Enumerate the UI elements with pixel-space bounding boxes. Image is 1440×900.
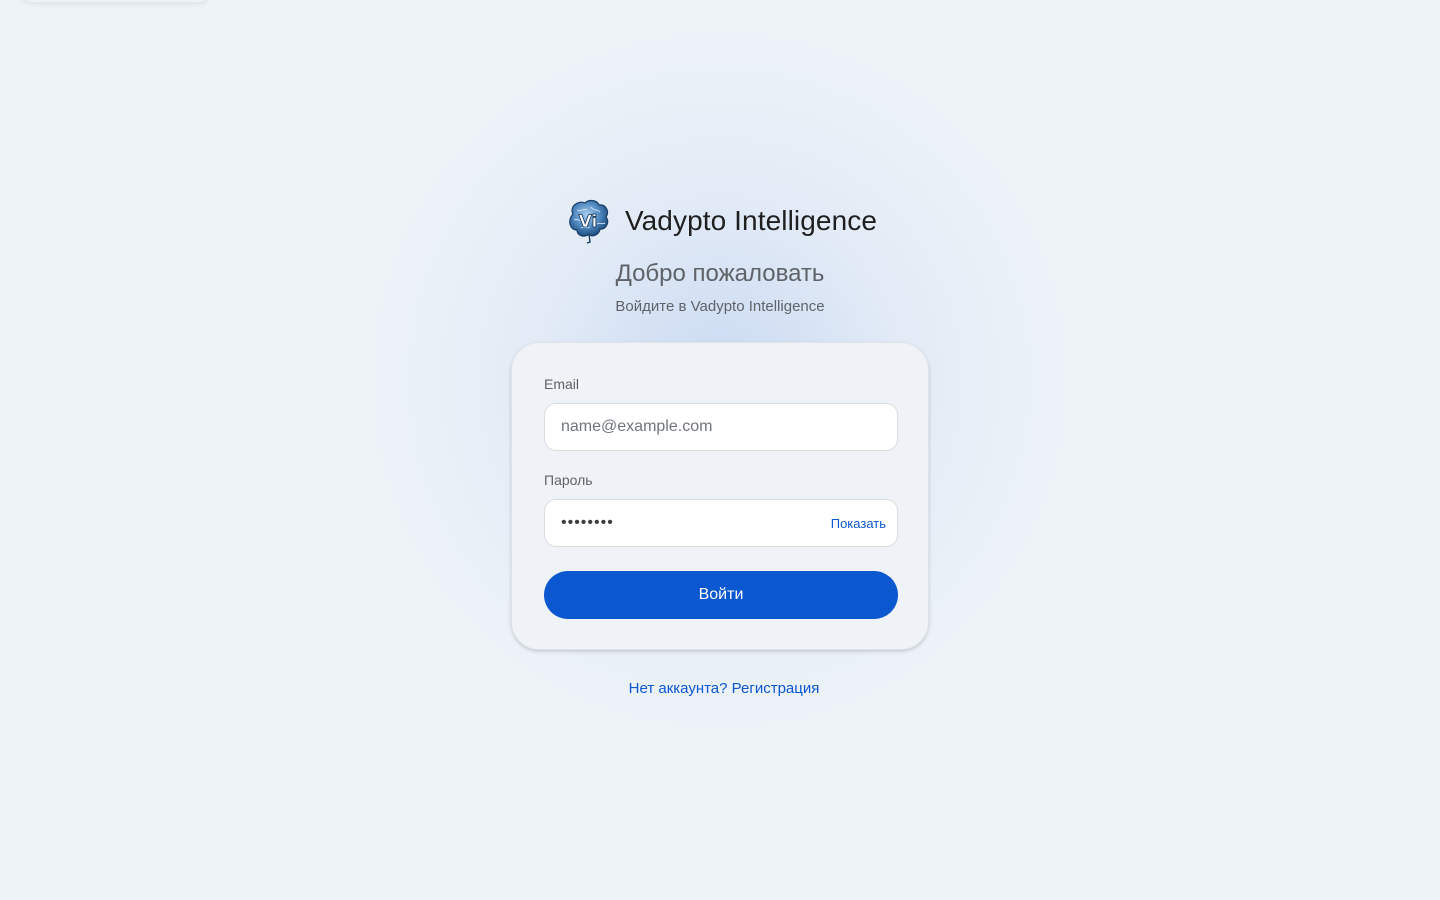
password-value: •••••••• bbox=[561, 514, 614, 531]
brain-logo-icon: Vi bbox=[569, 199, 609, 244]
brand-name: Vadypto Intelligence bbox=[624, 205, 878, 236]
email-label: Email bbox=[544, 376, 580, 392]
top-left-shadow bbox=[20, 0, 210, 2]
email-field-container bbox=[544, 403, 898, 451]
show-password-button[interactable]: Показать bbox=[831, 516, 886, 531]
password-label: Пароль bbox=[544, 472, 593, 488]
email-field[interactable] bbox=[561, 418, 881, 436]
page-title: Добро пожаловать bbox=[615, 260, 825, 287]
brand-header: Vi Vadypto Intelligence bbox=[0, 196, 1440, 246]
register-footer: Нет аккаунта? Регистрация bbox=[0, 680, 1440, 697]
register-link[interactable]: Нет аккаунта? Регистрация bbox=[629, 680, 820, 697]
logo-letters: Vi bbox=[579, 212, 598, 232]
password-field[interactable]: •••••••• Показать bbox=[544, 499, 898, 547]
login-card: Email Пароль •••••••• Показать Войти bbox=[511, 342, 929, 650]
login-button[interactable]: Войти bbox=[544, 571, 898, 619]
page-subtitle: Войдите в Vadypto Intelligence bbox=[615, 298, 825, 315]
